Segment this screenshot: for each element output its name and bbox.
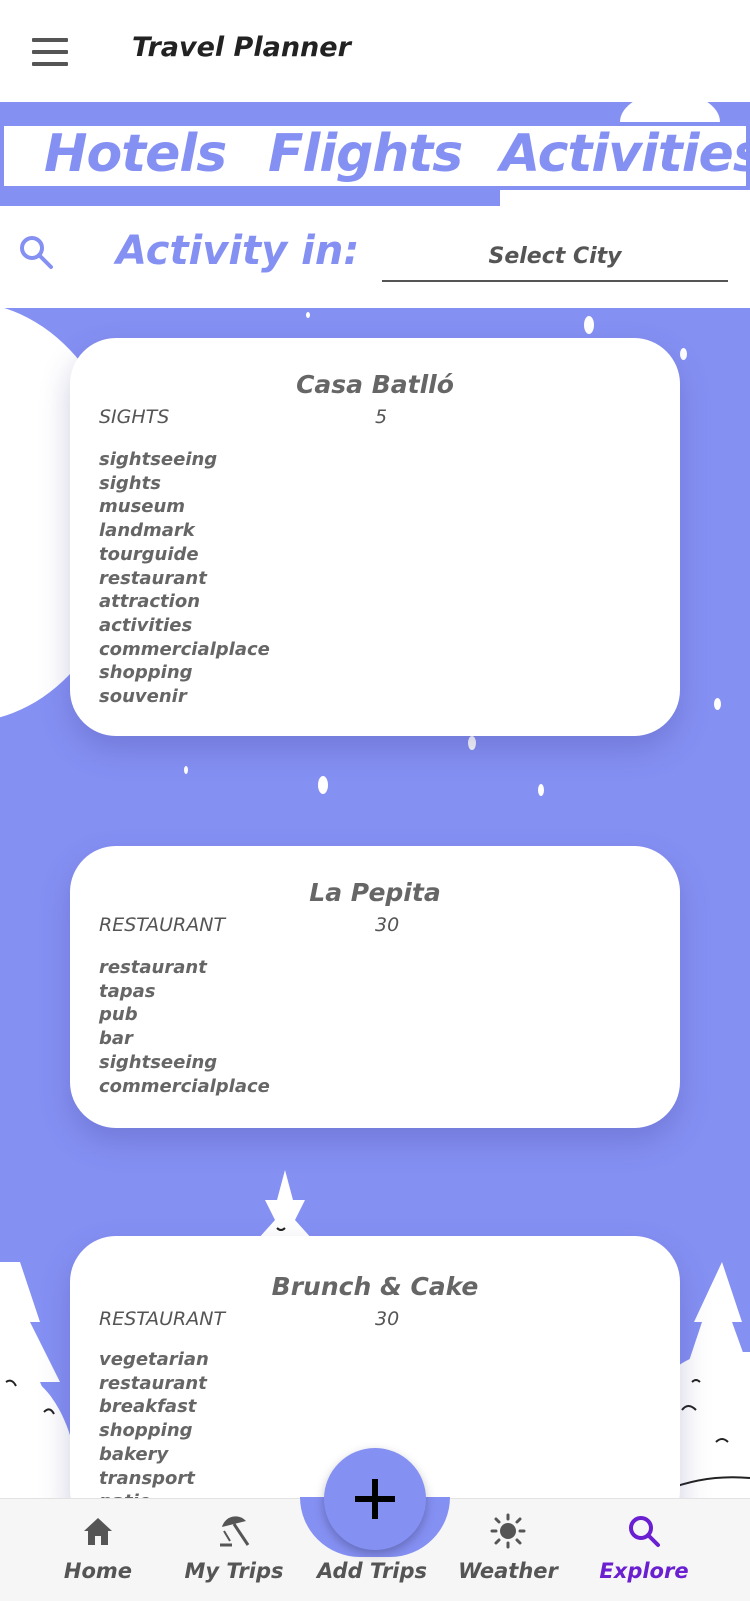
pine-tree-icon	[672, 1262, 750, 1462]
tag: restaurant	[99, 957, 207, 978]
tag: sights	[99, 472, 161, 494]
snowflake	[714, 698, 721, 710]
tag: sightseeing	[99, 1051, 218, 1073]
sun-icon	[490, 1513, 526, 1549]
activity-tags: sightseeing sights museum landmark tourg…	[99, 448, 270, 709]
tag: commercialplace	[99, 1075, 270, 1097]
tag: souvenir	[99, 686, 187, 708]
tag: activities	[99, 614, 193, 636]
tag: bar	[99, 1028, 133, 1050]
tag: tapas	[99, 980, 156, 1002]
beach-umbrella-icon	[220, 1516, 250, 1547]
tag: restaurant	[99, 567, 207, 589]
tag: vegetarian	[99, 1349, 209, 1370]
tag: breakfast	[99, 1396, 197, 1418]
tag: attraction	[99, 591, 201, 613]
tab-hotels[interactable]: Hotels	[44, 124, 227, 184]
snowflake	[584, 316, 594, 334]
snowflake	[538, 784, 544, 796]
activity-card[interactable]: Casa Batlló SIGHTS 5 sightseeing sights …	[70, 338, 680, 736]
activity-title: La Pepita	[309, 878, 441, 907]
pine-tree-icon	[0, 1262, 75, 1462]
tag: museum	[99, 496, 186, 518]
nav-label: Weather	[458, 1559, 558, 1583]
tag: sightseeing	[99, 449, 218, 470]
nav-label: My Trips	[184, 1559, 284, 1583]
nav-label: Add Trips	[316, 1559, 428, 1583]
activity-rank: 30	[375, 1308, 400, 1330]
tab-flights[interactable]: Flights	[268, 124, 463, 184]
app-title: Travel Planner	[132, 32, 351, 63]
home-icon	[84, 1518, 112, 1545]
activity-in-label: Activity in:	[116, 228, 360, 274]
nav-my-trips[interactable]: My Trips	[174, 1499, 294, 1601]
snowflake	[318, 776, 328, 794]
activity-title: Casa Batlló	[296, 370, 454, 399]
activity-rank: 30	[375, 914, 400, 936]
activity-tags: vegetarian restaurant breakfast shopping…	[99, 1348, 209, 1514]
activity-rank: 5	[375, 406, 388, 428]
add-trip-button[interactable]	[324, 1448, 426, 1550]
app-bar: Travel Planner	[0, 0, 750, 102]
snowflake	[306, 312, 310, 318]
city-select-input[interactable]: Select City	[382, 244, 728, 282]
activity-card[interactable]: La Pepita RESTAURANT 30 restaurant tapas…	[70, 846, 680, 1128]
nav-explore[interactable]: Explore	[584, 1499, 704, 1601]
tag: bakery	[99, 1443, 169, 1465]
tab-underline	[0, 190, 500, 206]
tag: pub	[99, 1004, 138, 1026]
menu-icon[interactable]	[32, 38, 68, 66]
activity-category: RESTAURANT	[99, 1308, 226, 1330]
tag: commercialplace	[99, 638, 270, 660]
nav-home[interactable]: Home	[38, 1499, 158, 1601]
tag: landmark	[99, 520, 195, 542]
activity-category: RESTAURANT	[99, 914, 226, 936]
search-icon	[629, 1516, 660, 1547]
snowflake	[468, 736, 476, 750]
tag: shopping	[99, 1420, 193, 1442]
tab-activities[interactable]: Activities	[500, 124, 750, 184]
search-icon[interactable]	[18, 234, 54, 270]
activity-title: Brunch & Cake	[271, 1272, 479, 1301]
snowflake	[680, 348, 687, 360]
nav-label: Explore	[599, 1559, 689, 1583]
activity-tags: restaurant tapas pub bar sightseeing com…	[99, 956, 270, 1098]
tag: shopping	[99, 662, 193, 684]
snowflake	[184, 766, 188, 774]
plus-icon	[355, 1479, 395, 1519]
nav-weather[interactable]: Weather	[448, 1499, 568, 1601]
pine-tree-icon	[257, 1170, 313, 1240]
activity-category: SIGHTS	[99, 406, 170, 428]
nav-label: Home	[63, 1559, 133, 1583]
tag: tourguide	[99, 543, 199, 565]
tag: transport	[99, 1467, 195, 1489]
tag: restaurant	[99, 1372, 207, 1394]
